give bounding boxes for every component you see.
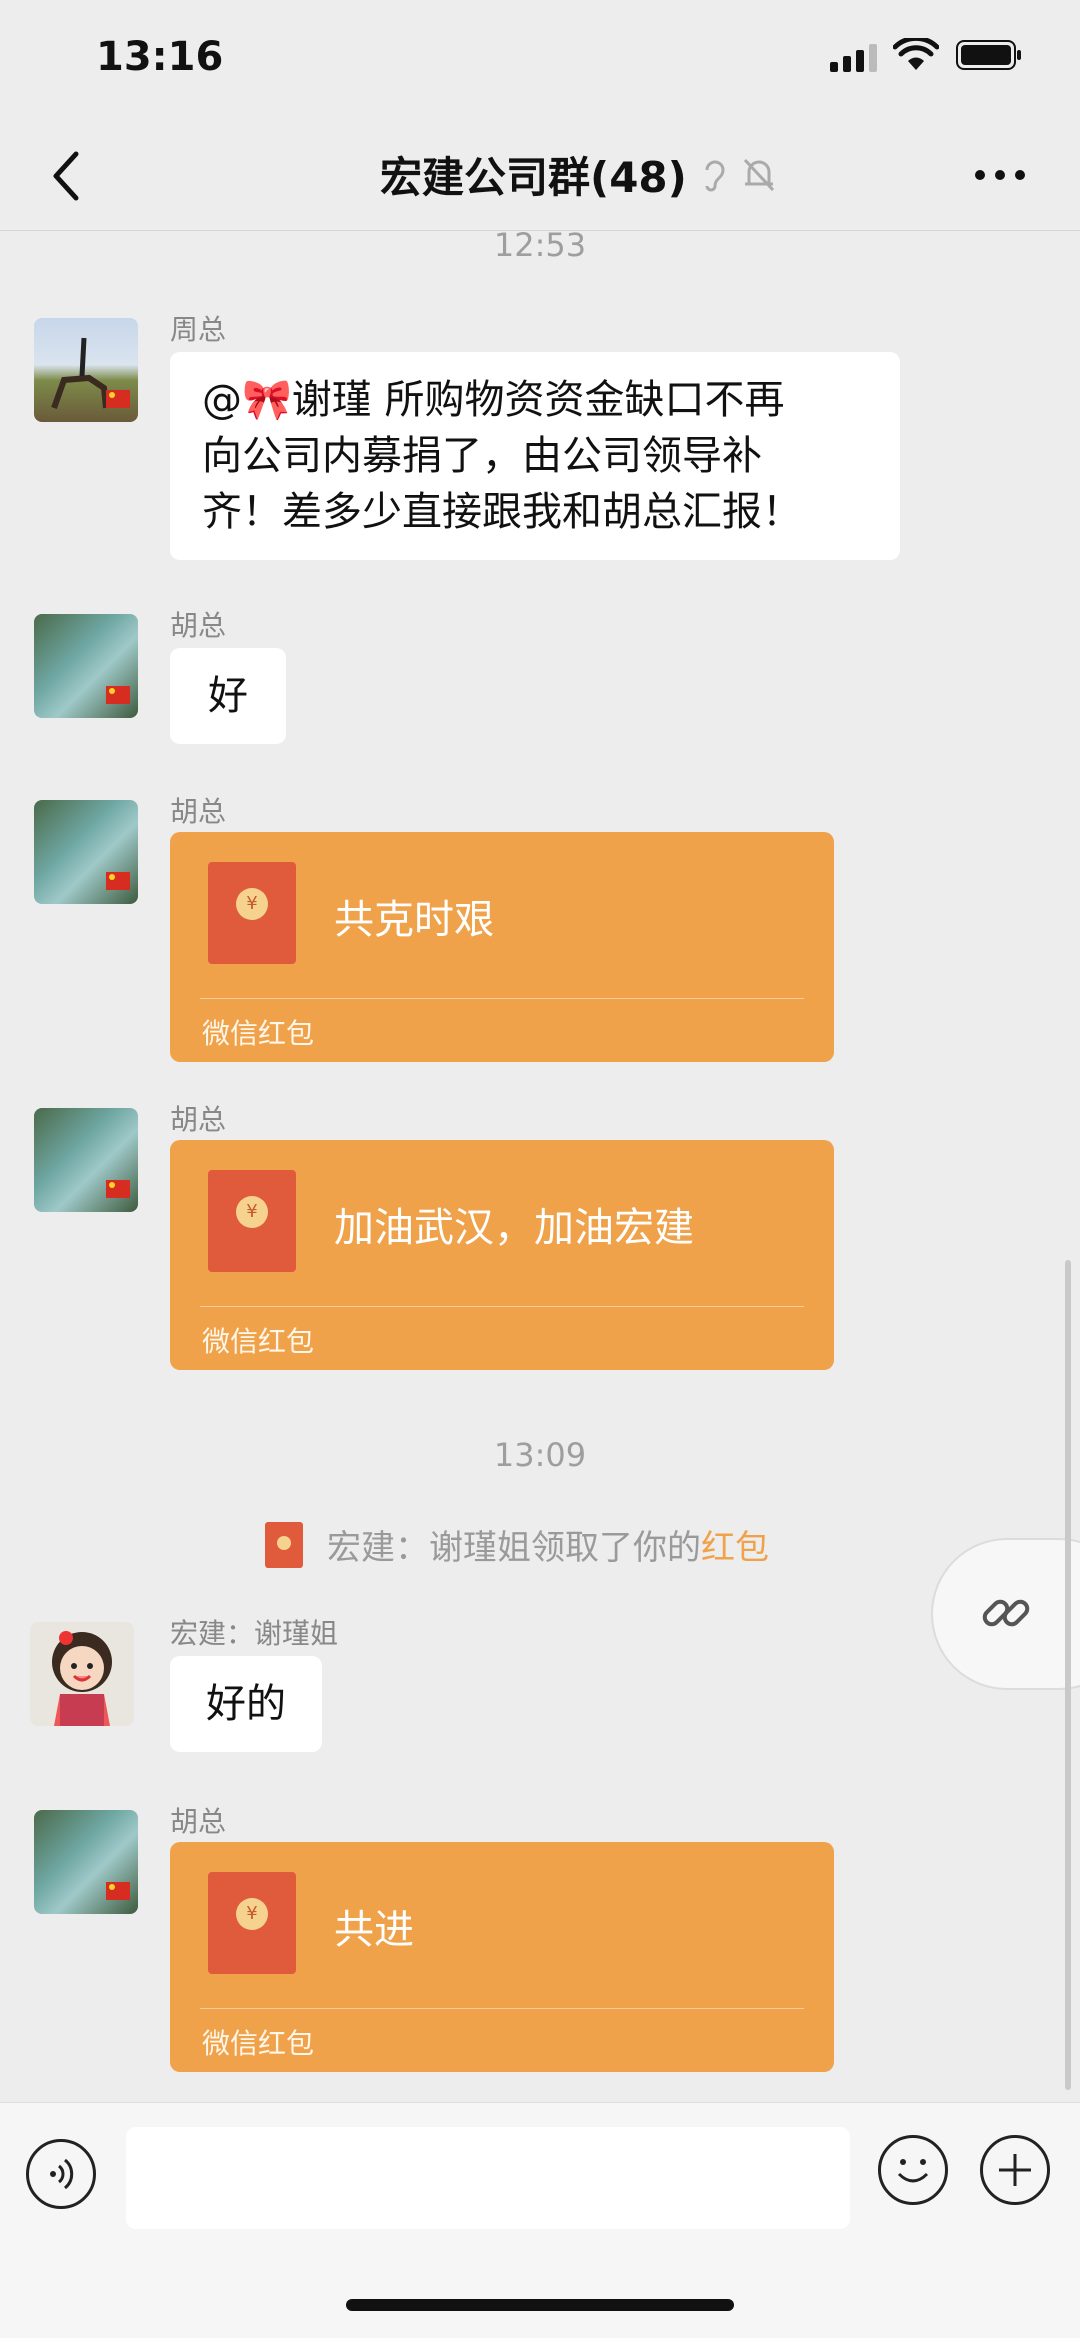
text-message[interactable]: @🎀谢瑾 所购物资资金缺口不再 向公司内募捐了，由公司领导补 齐！差多少直接跟我… [170,352,900,560]
red-envelope-icon [265,1521,303,1568]
avatar-hu[interactable] [34,800,138,904]
voice-input-button[interactable] [26,2139,96,2209]
red-packet-title: 加油武汉，加油宏建 [334,1205,694,1251]
message-input[interactable] [126,2127,850,2229]
red-packet-label: 微信红包 [202,2027,315,2060]
message-text: 好 [208,673,248,719]
avatar-hu[interactable] [34,614,138,718]
rider-silhouette [51,337,130,410]
link-icon [982,1599,1030,1627]
text-message[interactable]: 好的 [170,1656,322,1752]
system-notice: 宏建：谢瑾姐领取了你的红包 [265,1520,769,1569]
sender-name: 胡总 [170,609,227,642]
back-icon[interactable] [46,146,86,206]
timestamp: 12:53 [493,226,587,264]
earpiece-mode-icon [705,160,725,191]
scrollbar[interactable] [1065,1260,1071,2090]
sender-name: 胡总 [170,795,227,828]
smiley-icon [897,2159,929,2183]
flag-badge [106,1882,130,1900]
message-line: 向公司内募捐了，由公司领导补 [202,433,762,479]
cellular-signal-icon [830,44,877,72]
home-indicator [346,2299,734,2311]
more-icon[interactable] [970,160,1030,190]
avatar-hu[interactable] [34,1108,138,1212]
notice-text: 宏建：谢瑾姐领取了你的 [327,1528,701,1568]
sender-name: 胡总 [170,1805,227,1838]
status-bar: 13:16 [0,0,1080,120]
status-time: 13:16 [96,34,224,80]
emoji-button[interactable] [878,2135,948,2205]
plus-icon [999,2154,1031,2186]
sender-name: 胡总 [170,1103,227,1136]
floating-link-button[interactable] [933,1540,1080,1688]
flag-badge [106,872,130,890]
divider [200,998,804,999]
battery-icon [956,40,1021,70]
message-line: @🎀谢瑾 所购物资资金缺口不再 [202,377,785,423]
avatar-hu[interactable] [34,1810,138,1914]
sender-name: 周总 [170,313,227,346]
mute-bell-icon [743,158,774,191]
chat-header: 宏建公司群(48) [0,120,1080,231]
text-message[interactable]: 好 [170,648,286,744]
timestamp: 13:09 [493,1436,587,1474]
voice-icon [50,2158,74,2190]
message-line: 齐！差多少直接跟我和胡总汇报！ [202,489,802,535]
red-packet-message[interactable]: ¥ 加油武汉，加油宏建 微信红包 [170,1140,834,1370]
red-envelope-icon: ¥ [208,1170,296,1272]
chat-title: 宏建公司群(48) [380,153,687,202]
red-packet-link[interactable]: 红包 [701,1528,769,1568]
avatar-zhou[interactable] [34,318,138,422]
red-packet-label: 微信红包 [202,1325,315,1358]
red-packet-title: 共进 [334,1907,414,1953]
red-envelope-icon: ¥ [208,1872,296,1974]
flag-badge [106,686,130,704]
wifi-icon [893,38,939,70]
message-text: 好的 [206,1681,286,1727]
red-packet-message[interactable]: ¥ 共进 微信红包 [170,1842,834,2072]
red-packet-label: 微信红包 [202,1017,315,1050]
sender-name: 宏建：谢瑾姐 [170,1617,339,1650]
cartoon-girl-avatar [52,1631,112,1726]
more-actions-button[interactable] [980,2135,1050,2205]
chat-title-group: 宏建公司群(48) [380,144,777,205]
red-envelope-icon: ¥ [208,862,296,964]
divider [200,1306,804,1307]
red-packet-message[interactable]: ¥ 共克时艰 微信红包 [170,832,834,1062]
divider [200,2008,804,2009]
avatar-xiejin[interactable] [30,1622,134,1726]
red-packet-title: 共克时艰 [334,897,494,943]
flag-badge [106,1180,130,1198]
